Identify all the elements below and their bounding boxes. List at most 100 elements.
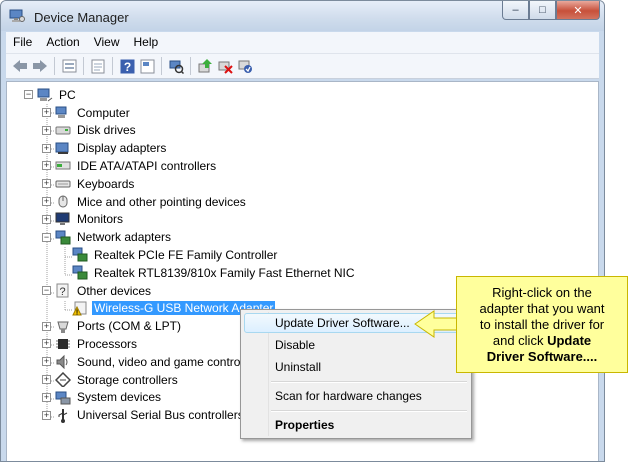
ide-controller-icon [55,158,71,173]
close-button[interactable]: ✕ [556,1,600,20]
toolbar-separator [112,57,113,75]
tree-node-label: Disk drives [77,123,136,138]
unknown-device-warning-icon: ! [72,301,88,316]
port-icon [55,319,71,334]
properties-icon[interactable] [61,58,77,74]
tree-category-row[interactable]: + Keyboards [42,175,136,192]
help-icon[interactable]: ? [119,58,135,74]
tree-node-label: PC [59,87,76,102]
collapse-expander[interactable]: − [42,232,51,242]
update-icon[interactable] [90,58,106,74]
expand-expander[interactable]: + [42,161,51,171]
menu-properties[interactable]: Properties [275,418,334,432]
tree-node-label: Keyboards [77,176,135,191]
update-driver-icon[interactable] [197,58,213,74]
callout-arrow-icon [414,310,458,338]
callout-line: to install the driver for [479,317,605,332]
toolbar-separator [83,57,84,75]
tree-node-label: Network adapters [77,230,172,245]
forward-arrow-icon[interactable] [32,58,48,74]
callout-line: Right-click on the [492,285,592,300]
callout-line: adapter that you want [479,301,605,316]
tree-device-row[interactable]: Realtek PCIe FE Family Controller [59,246,279,263]
computer-view-icon[interactable] [139,58,155,74]
tree-category-row[interactable]: + Computer [42,104,132,121]
expand-expander[interactable]: + [42,197,51,206]
tree-category-row[interactable]: + Mice and other pointing devices [42,193,248,210]
tree-category-row[interactable]: + Ports (COM & LPT) [42,318,183,335]
expand-expander[interactable]: + [42,392,51,402]
tree-node-label: System devices [77,390,162,405]
maximize-button[interactable]: □ [529,1,556,20]
expand-expander[interactable]: + [42,410,51,420]
keyboard-icon [55,176,71,191]
tree-node-label: Display adapters [77,141,167,156]
network-adapter-icon [55,230,71,245]
scan-hardware-icon[interactable] [168,58,184,74]
storage-controller-icon [55,372,71,387]
expand-expander[interactable]: + [42,375,51,384]
menu-view[interactable]: View [87,32,127,53]
tree-node-label: Realtek PCIe FE Family Controller [94,247,278,262]
system-device-icon [55,390,71,405]
context-menu-separator [271,381,467,383]
tree-category-row[interactable]: + Processors [42,335,139,352]
toolbar-separator [54,57,55,75]
toolbar: ? [6,54,599,79]
context-menu-separator [271,410,467,412]
toolbar-separator [190,57,191,75]
expand-expander[interactable]: + [42,143,51,153]
expand-expander[interactable]: + [42,108,51,117]
toolbar-separator [161,57,162,75]
menu-file[interactable]: File [6,32,39,53]
menu-disable[interactable]: Disable [275,338,315,352]
tree-category-row[interactable]: + System devices [42,389,163,406]
svg-text:?: ? [123,60,130,74]
tree-category-row[interactable]: + IDE ATA/ATAPI controllers [42,157,218,174]
disk-drive-icon [55,123,71,138]
back-arrow-icon[interactable] [12,58,28,74]
callout-line: and click Update [457,333,627,349]
expand-expander[interactable]: + [42,339,51,349]
tree-category-row[interactable]: + Universal Serial Bus controllers [42,407,246,424]
display-adapter-icon [55,141,71,156]
expand-expander[interactable]: + [42,125,51,135]
sound-icon [55,354,71,370]
enable-icon[interactable] [237,58,253,74]
tree-node-label: Universal Serial Bus controllers [77,408,244,423]
tree-device-row[interactable]: Realtek RTL8139/810x Family Fast Etherne… [59,264,357,281]
instruction-callout: Right-click on the adapter that you want… [456,276,628,373]
title-bar[interactable]: Device Manager – □ ✕ [1,1,604,31]
network-card-icon [72,265,88,280]
menu-help[interactable]: Help [127,32,166,53]
expand-expander[interactable]: + [42,179,51,189]
pc-icon [37,87,53,102]
minimize-button[interactable]: – [502,1,529,20]
menu-scan-hardware[interactable]: Scan for hardware changes [275,389,422,403]
callout-text: and click [492,333,544,348]
processor-icon [55,336,71,351]
expand-expander[interactable]: + [42,214,51,224]
tree-category-row[interactable]: + Display adapters [42,140,168,157]
menu-update-driver-software[interactable]: Update Driver Software... [275,316,410,330]
tree-category-row[interactable]: + Disk drives [42,122,138,139]
collapse-expander[interactable]: − [24,90,33,99]
tree-category-row[interactable]: −? Other devices [42,282,153,299]
expand-expander[interactable]: + [42,321,51,331]
tree-category-row[interactable]: + Sound, video and game controllers [42,353,264,370]
monitor-icon [55,212,71,227]
tree-node-label: Storage controllers [77,372,178,387]
expand-expander[interactable]: + [42,357,51,367]
collapse-expander[interactable]: − [42,286,51,295]
tree-node-label: Monitors [77,212,124,227]
tree-category-row[interactable]: − Network adapters [42,229,173,246]
uninstall-icon[interactable] [217,58,233,74]
usb-icon [55,408,71,423]
tree-category-row[interactable]: + Monitors [42,211,125,228]
menu-action[interactable]: Action [39,32,86,53]
tree-category-row[interactable]: + Storage controllers [42,371,180,388]
mouse-icon [55,194,71,209]
menu-uninstall[interactable]: Uninstall [275,360,321,374]
window-controls: – □ ✕ [502,1,600,21]
tree-root-pc[interactable]: − PC [24,86,78,103]
